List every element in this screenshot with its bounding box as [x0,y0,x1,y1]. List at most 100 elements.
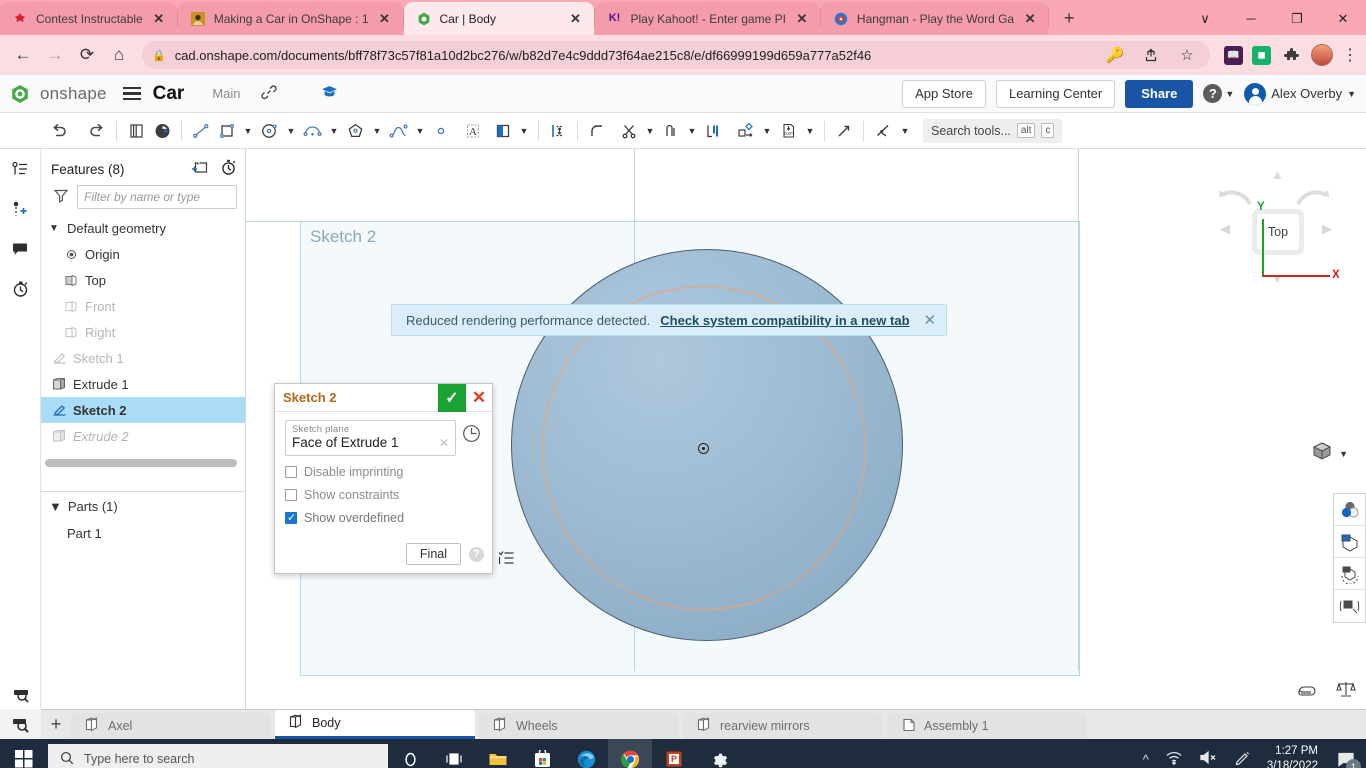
cancel-button[interactable]: ✕ [466,384,492,412]
chevron-down-icon[interactable]: ▼ [1339,449,1348,459]
bottom-tab-axel[interactable]: Axel [71,713,271,739]
show-overdefined-row[interactable]: Show overdefined [285,511,482,525]
rotate-left-arrow-icon[interactable] [1218,187,1252,210]
taskbar-clock[interactable]: 1:27 PM 3/18/2022 [1267,744,1318,768]
checkbox-show-overdefined[interactable] [285,512,297,524]
export-dxf-icon[interactable]: DXF [775,116,802,146]
tree-node-sketch-2[interactable]: Sketch 2 [41,397,245,423]
rollback-bar[interactable] [45,459,237,467]
shaded-cube-icon[interactable] [1311,441,1333,466]
new-folder-icon[interactable] [191,160,208,178]
key-icon[interactable]: 🔑 [1104,44,1126,66]
tree-node-top[interactable]: Top [41,267,245,293]
taskbar-search[interactable]: Type here to search [48,744,388,768]
chrome-icon[interactable] [608,739,652,768]
sketch-plane-field[interactable]: Sketch plane Face of Extrude 1 ✕ [285,420,456,456]
browser-tab-1[interactable]: Making a Car in OnShape : 1 ✕ [178,2,403,35]
menu-icon[interactable] [123,87,141,101]
chevron-down-icon[interactable]: ▼ [326,126,342,136]
transform-icon[interactable] [732,116,759,146]
close-icon[interactable]: ✕ [924,311,937,329]
chevron-down-icon[interactable]: ▼ [283,126,299,136]
circle-icon[interactable] [256,116,283,146]
arc-icon[interactable] [299,116,326,146]
spline-icon[interactable] [385,116,412,146]
comments-icon[interactable] [8,237,32,261]
shaded-view-icon[interactable] [149,116,175,146]
app-store-button[interactable]: App Store [902,80,986,108]
constraint-icon[interactable] [870,116,897,146]
mass-properties-icon[interactable] [1336,680,1356,703]
checkbox-show-constraints[interactable] [285,489,297,501]
point-icon[interactable] [428,116,454,146]
tab-manager-icon[interactable] [0,709,41,739]
chevron-down-icon[interactable]: ▼ [369,126,385,136]
clear-icon[interactable]: ✕ [439,436,449,450]
minimize-icon[interactable]: ─ [1228,3,1274,35]
final-button[interactable]: Final [406,543,461,565]
task-view-icon[interactable] [432,739,476,768]
close-icon[interactable]: ✕ [151,11,167,27]
tree-node-sketch-1[interactable]: Sketch 1 [41,345,245,371]
chevron-down-icon[interactable]: ▼ [240,126,256,136]
chevron-down-icon[interactable]: ▼ [516,126,532,136]
chevron-down-icon[interactable]: ▼ [412,126,428,136]
bottom-tab-rearview-mirrors[interactable]: rearview mirrors [683,713,883,739]
appearance-icon[interactable] [1334,494,1365,526]
rotate-view-icon[interactable] [1334,558,1365,590]
tab-search-icon[interactable]: ∨ [1182,3,1228,35]
browser-tab-2[interactable]: Car | Body ✕ [404,2,594,35]
measure-icon[interactable] [0,685,41,703]
undo-icon[interactable] [46,116,72,146]
maximize-icon[interactable]: ❐ [1274,3,1320,35]
user-menu[interactable]: Alex Overby ▼ [1244,83,1356,105]
tree-node-origin[interactable]: Origin [41,241,245,267]
back-icon[interactable]: ← [8,40,38,70]
share-button[interactable]: Share [1125,80,1193,108]
share-icon[interactable] [1140,44,1162,66]
bottom-tab-wheels[interactable]: Wheels [479,713,679,739]
new-sketch-icon[interactable] [123,116,149,146]
feature-list-toggle-icon[interactable] [497,549,517,569]
chevron-down-icon[interactable]: ▼ [642,126,658,136]
chevron-down-icon[interactable]: ▼ [684,126,700,136]
tree-node-front[interactable]: Front [41,293,245,319]
add-tab-button[interactable]: + [41,709,71,739]
browser-tab-0[interactable]: Contest Instructable ✕ [0,2,177,35]
close-window-icon[interactable]: ✕ [1320,3,1366,35]
filter-input[interactable]: Filter by name or type [77,185,237,209]
edge-icon[interactable] [564,739,608,768]
file-explorer-icon[interactable] [476,739,520,768]
cortana-icon[interactable] [388,739,432,768]
accept-button[interactable]: ✓ [438,384,466,412]
history-icon[interactable] [8,277,32,301]
dimension-icon[interactable] [545,116,571,146]
checkbox-disable-imprinting[interactable] [285,466,297,478]
volume-muted-icon[interactable] [1199,750,1218,768]
close-icon[interactable]: ✕ [568,11,584,27]
bottom-tab-assembly-1[interactable]: Assembly 1 [887,713,1087,739]
add-feature-icon[interactable] [8,197,32,221]
chevron-down-icon[interactable]: ▼ [49,499,62,514]
fillet-icon[interactable] [584,116,610,146]
section-view-icon[interactable] [1334,526,1365,558]
settings-icon[interactable] [696,739,740,768]
line-icon[interactable] [188,116,214,146]
use-icon[interactable] [700,116,726,146]
learning-center-button[interactable]: Learning Center [996,80,1115,108]
onshape-logo-icon[interactable] [10,84,30,104]
wifi-icon[interactable] [1165,750,1183,768]
tree-node-extrude-2[interactable]: Extrude 2 [41,423,245,449]
bottom-tab-body[interactable]: Body [275,710,475,739]
browser-tab-4[interactable]: Hangman - Play the Word Ga ✕ [821,2,1048,35]
clock-icon[interactable] [462,424,482,444]
redo-icon[interactable] [84,116,110,146]
chevron-up-icon[interactable]: ^ [1143,752,1149,767]
sketch-origin-point[interactable] [698,443,709,454]
forward-icon[interactable]: → [40,40,70,70]
link-icon[interactable] [261,84,277,103]
show-constraints-row[interactable]: Show constraints [285,488,482,502]
chevron-down-icon[interactable]: ▼ [49,223,61,234]
workspace-name[interactable]: Main [212,86,240,101]
close-icon[interactable]: ✕ [794,11,810,27]
